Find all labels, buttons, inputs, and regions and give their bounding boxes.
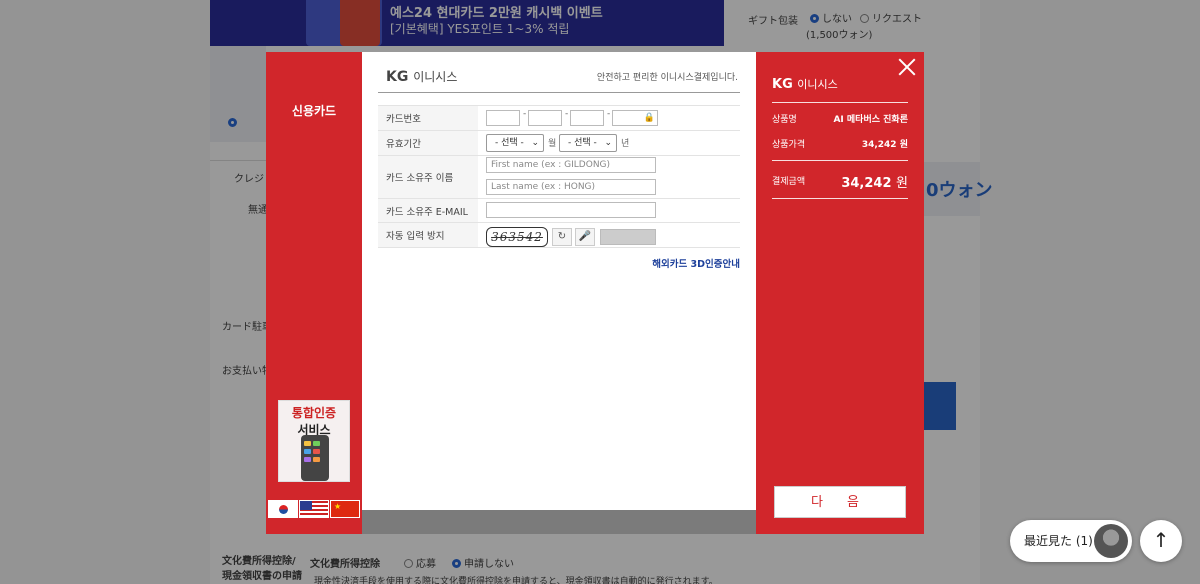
usa-flag-icon[interactable] [299, 500, 329, 518]
product-price-value: 34,242 원 [861, 140, 908, 150]
captcha-image: 363542 [486, 227, 548, 247]
card-number-row: 카드번호 - - - 🔒 [378, 105, 740, 130]
payment-method-panel: 신용카드 통합인증 서비스 ★ [266, 52, 362, 534]
email-row: 카드 소유주 E-MAIL [378, 198, 740, 222]
recently-viewed-label: 最近見た (1) [1024, 534, 1093, 548]
captcha-row: 자동 입력 방지 363542 ↻ 🎤 [378, 222, 740, 248]
card-number-input-4[interactable]: 🔒 [612, 110, 658, 126]
kg-inicis-logo: KG 이니시스 [386, 69, 458, 85]
korea-flag-icon[interactable] [268, 500, 298, 518]
cert-line1: 통합인증 [291, 406, 337, 420]
email-label: 카드 소유주 E-MAIL [378, 199, 478, 222]
tagline: 안전하고 편리한 이니시스결제입니다. [596, 73, 738, 83]
total-amount-label: 결제금액 [772, 177, 806, 187]
email-input[interactable] [486, 202, 656, 218]
refresh-icon[interactable]: ↻ [552, 228, 572, 246]
expiry-year-select[interactable]: - 선택 - ⌄ [559, 134, 617, 152]
close-icon[interactable] [898, 58, 916, 76]
card-number-label: 카드번호 [378, 106, 478, 130]
next-button[interactable]: 다 음 [774, 486, 906, 518]
card-number-input-1[interactable] [486, 110, 520, 126]
recent-item-thumbnail[interactable] [1094, 524, 1128, 558]
recently-viewed-widget[interactable]: 最近見た (1) [1010, 520, 1132, 562]
kg-inicis-logo-white: KG 이니시스 [772, 77, 838, 92]
first-name-input[interactable]: First name (ex : GILDONG) [486, 157, 656, 173]
language-flags: ★ [268, 500, 360, 518]
captcha-input[interactable] [600, 229, 656, 245]
owner-name-label: 카드 소유주 이름 [378, 156, 478, 198]
payment-method-title[interactable]: 신용카드 [266, 102, 362, 119]
chevron-down-icon: ⌄ [531, 138, 539, 148]
expiry-row: 유효기간 - 선택 - ⌄ 월 - 선택 - ⌄ 년 [378, 130, 740, 155]
phone-icon [301, 435, 329, 481]
total-amount-value: 34,242 원 [841, 176, 908, 191]
product-price-label: 상품가격 [772, 140, 806, 150]
center-bottom-bar [362, 510, 756, 534]
payment-modal: 신용카드 통합인증 서비스 ★ KG 이니시스 안전하고 편리한 이니시스결제입… [266, 52, 924, 534]
integrated-auth-banner[interactable]: 통합인증 서비스 [278, 400, 350, 482]
overseas-3d-auth-link[interactable]: 해외카드 3D인증안내 [652, 256, 740, 270]
last-name-input[interactable]: Last name (ex : HONG) [486, 179, 656, 195]
product-name-label: 상품명 [772, 115, 797, 125]
microphone-icon[interactable]: 🎤 [575, 228, 595, 246]
card-owner-name-row: 카드 소유주 이름 First name (ex : GILDONG) Last… [378, 155, 740, 198]
china-flag-icon[interactable]: ★ [330, 500, 360, 518]
chevron-down-icon: ⌄ [604, 138, 612, 148]
lock-icon: 🔒 [643, 113, 655, 123]
card-form-panel: KG 이니시스 안전하고 편리한 이니시스결제입니다. 카드번호 - - - 🔒… [362, 52, 756, 534]
card-number-input-2[interactable] [528, 110, 562, 126]
order-summary-panel: KG 이니시스 상품명 AI 메타버스 진화론 상품가격 34,242 원 결제… [756, 52, 924, 534]
arrow-up-icon[interactable]: ↑ [1140, 520, 1182, 562]
month-unit: 월 [548, 139, 557, 149]
expiry-month-select[interactable]: - 선택 - ⌄ [486, 134, 544, 152]
expiry-label: 유효기간 [378, 131, 478, 155]
card-number-input-3[interactable] [570, 110, 604, 126]
captcha-label: 자동 입력 방지 [378, 223, 478, 247]
year-unit: 년 [621, 139, 630, 149]
product-name-value: AI 메타버스 진화론 [833, 115, 908, 125]
